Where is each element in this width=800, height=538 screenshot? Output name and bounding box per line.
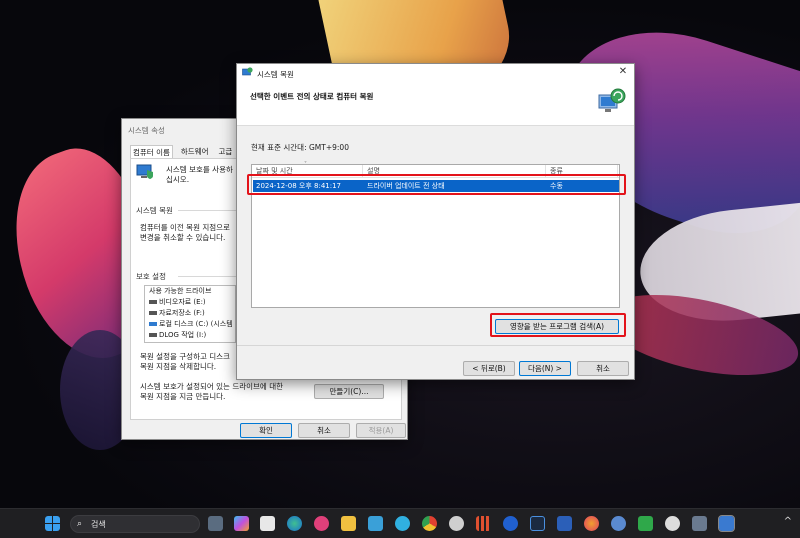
create-button[interactable]: 만들기(C)...	[314, 384, 384, 399]
store-icon[interactable]	[260, 516, 275, 531]
apply-button[interactable]: 적용(A)	[356, 423, 406, 438]
drive-icon	[149, 300, 157, 304]
create-text-line: 복원 지점을 지금 만듭니다.	[140, 392, 226, 401]
drive-item[interactable]: 로컬 디스크 (C:) (시스템	[145, 319, 235, 330]
drive-icon	[149, 322, 157, 326]
copilot-icon[interactable]	[234, 516, 249, 531]
drive-icon	[149, 333, 157, 337]
next-button[interactable]: 다음(N) >	[519, 361, 571, 376]
evernote-icon[interactable]	[638, 516, 653, 531]
tray-chevron-icon[interactable]: ^	[784, 516, 792, 527]
firefox-icon[interactable]	[584, 516, 599, 531]
taskbar: ⌕ 검색 ^	[0, 508, 800, 538]
computer-restore-icon	[598, 88, 626, 112]
cancel-button[interactable]: 취소	[298, 423, 350, 438]
ok-button[interactable]: 확인	[240, 423, 292, 438]
wizard-header: 선택한 이벤트 전의 상태로 컴퓨터 복원	[237, 82, 634, 126]
timezone-label: 현재 표준 시간대: GMT+9:00	[251, 143, 349, 152]
system-restore-icon	[242, 67, 253, 76]
search-icon: ⌕	[77, 519, 83, 529]
tab-computer-name[interactable]: 컴퓨터 이름	[130, 145, 173, 158]
page-title: 선택한 이벤트 전의 상태로 컴퓨터 복원	[250, 92, 374, 101]
sort-arrow-icon: ˅	[304, 161, 307, 168]
protection-group-label: 보호 설정	[136, 272, 166, 281]
computer-shield-icon	[136, 164, 153, 179]
system-restore-taskbar-icon[interactable]	[718, 515, 735, 532]
window-title: 시스템 복원	[257, 70, 294, 79]
edge-icon[interactable]	[287, 516, 302, 531]
title-bar: 시스템 복원 ✕	[237, 64, 634, 82]
drive-item[interactable]: 비디오자료 (E:)	[145, 297, 235, 308]
taskbar-search[interactable]: ⌕ 검색	[70, 515, 200, 533]
lightroom-icon[interactable]	[530, 516, 545, 531]
config-text-line: 복원 지점을 삭제합니다.	[140, 362, 217, 371]
divider	[237, 345, 634, 346]
intro-line: 시스템 보호를 사용하	[166, 165, 233, 174]
settings-icon[interactable]	[449, 516, 464, 531]
user-app-icon[interactable]	[692, 516, 707, 531]
flower-app-icon[interactable]	[314, 516, 329, 531]
back-button[interactable]: < 뒤로(B)	[463, 361, 515, 376]
drive-icon	[149, 311, 157, 315]
stripes-app-icon[interactable]	[476, 516, 491, 531]
create-text-line: 시스템 보호가 설정되어 있는 드라이브에 대한	[140, 382, 284, 391]
chrome-icon[interactable]	[422, 516, 437, 531]
bird-app-icon[interactable]	[395, 516, 410, 531]
drive-list[interactable]: 사용 가능한 드라이브 비디오자료 (E:) 자료저장소 (F:) 로컬 디스크…	[144, 285, 236, 343]
cancel-button[interactable]: 취소	[577, 361, 629, 376]
intro-line: 십시오.	[166, 175, 190, 184]
config-text-line: 복원 설정을 구성하고 디스크	[140, 352, 230, 361]
file-explorer-icon[interactable]	[341, 516, 356, 531]
search-label: 검색	[91, 520, 106, 529]
drive-item[interactable]: DLOG 작업 (I:)	[145, 330, 235, 341]
divider	[178, 276, 238, 277]
task-view-icon[interactable]	[208, 516, 223, 531]
obs-icon[interactable]	[665, 516, 680, 531]
windows-start-icon[interactable]	[45, 516, 60, 531]
highlight-box	[490, 313, 626, 337]
window-title: 시스템 속성	[128, 126, 165, 135]
divider	[178, 210, 238, 211]
word-icon[interactable]	[557, 516, 572, 531]
drive-item[interactable]: 자료저장소 (F:)	[145, 308, 235, 319]
tab-hardware[interactable]: 하드웨어	[179, 145, 211, 158]
tab-advanced[interactable]: 고급	[217, 145, 235, 158]
restore-desc-line: 변경을 취소할 수 있습니다.	[140, 233, 226, 242]
tab-bar: 컴퓨터 이름 하드웨어 고급	[130, 145, 234, 158]
restore-group-label: 시스템 복원	[136, 206, 173, 215]
notepad-icon[interactable]	[368, 516, 383, 531]
restore-desc-line: 컴퓨터를 이전 복원 지점으로	[140, 223, 230, 232]
drive-list-header: 사용 가능한 드라이브	[149, 287, 212, 295]
qb-app-icon[interactable]	[611, 516, 626, 531]
highlight-box	[247, 174, 626, 195]
check-app-icon[interactable]	[503, 516, 518, 531]
close-icon[interactable]: ✕	[618, 67, 628, 77]
